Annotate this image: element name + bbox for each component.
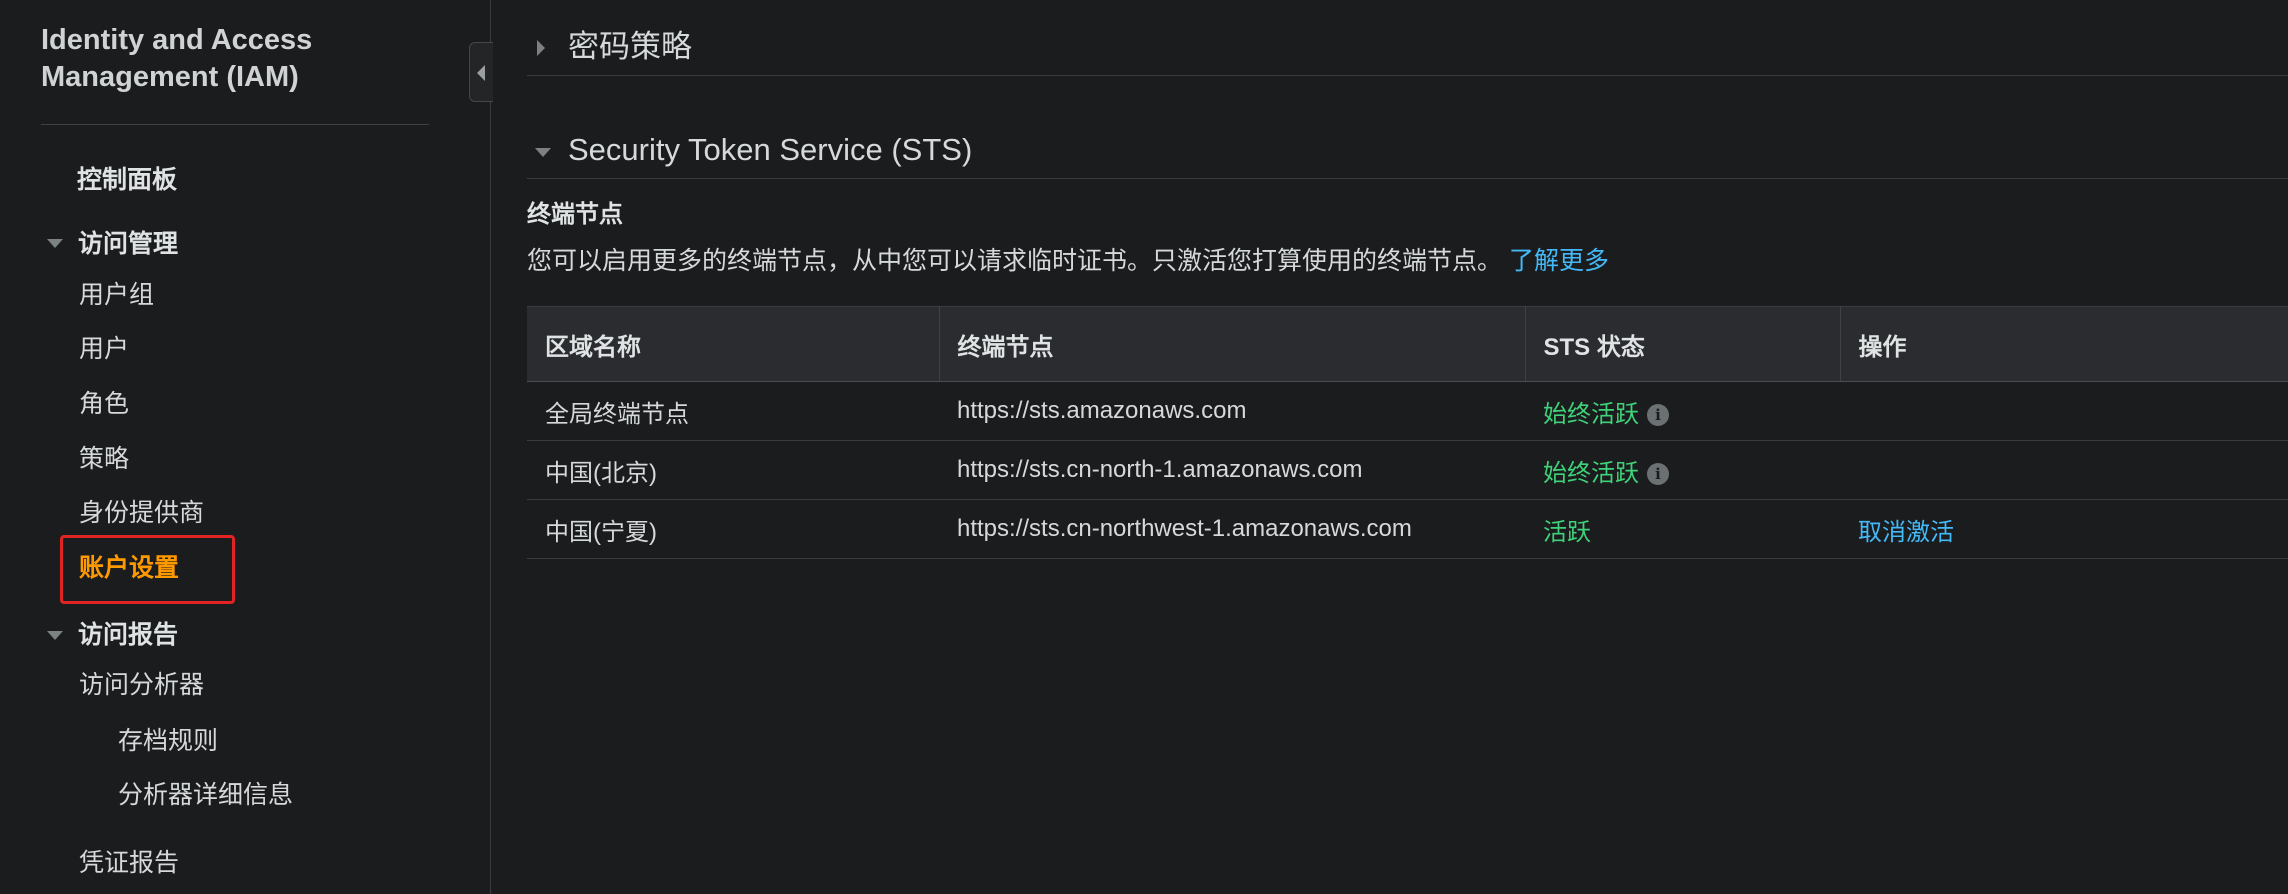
action-cell <box>1840 440 2288 500</box>
chevron-right-icon[interactable] <box>537 40 545 56</box>
divider <box>527 75 2288 76</box>
table-row: 中国(北京) https://sts.cn-north-1.amazonaws.… <box>527 440 2288 500</box>
sidebar: Identity and Access Management (IAM) 控制面… <box>0 0 491 894</box>
status-text: 始终活跃 <box>1543 400 1639 428</box>
sidebar-item-roles[interactable]: 角色 <box>79 387 129 421</box>
sidebar-item-users[interactable]: 用户 <box>79 332 129 366</box>
chevron-down-icon[interactable] <box>47 631 63 640</box>
sidebar-section-access-management[interactable]: 访问管理 <box>78 227 178 261</box>
sidebar-item-dashboard[interactable]: 控制面板 <box>77 163 177 197</box>
table-row: 全局终端节点 https://sts.amazonaws.com 始终活跃 i <box>527 381 2288 441</box>
table-row: 中国(宁夏) https://sts.cn-northwest-1.amazon… <box>527 499 2288 559</box>
sidebar-item-archive-rules[interactable]: 存档规则 <box>118 724 218 758</box>
collapse-arrow-icon <box>477 65 485 81</box>
sidebar-collapse-button[interactable] <box>469 42 493 102</box>
region-cell: 中国(宁夏) <box>527 499 939 559</box>
chevron-down-icon[interactable] <box>47 239 63 248</box>
info-icon[interactable]: i <box>1647 404 1669 427</box>
endpoints-heading: 终端节点 <box>527 201 623 228</box>
sidebar-item-user-groups[interactable]: 用户组 <box>79 278 154 312</box>
info-icon[interactable]: i <box>1647 463 1669 486</box>
column-header-actions: 操作 <box>1840 306 2288 382</box>
sidebar-item-policies[interactable]: 策略 <box>79 442 129 476</box>
column-header-status: STS 状态 <box>1525 306 1841 382</box>
description-text: 您可以启用更多的终端节点，从中您可以请求临时证书。只激活您打算使用的终端节点。 <box>527 247 1503 275</box>
status-text: 始终活跃 <box>1543 459 1639 487</box>
endpoint-cell: https://sts.cn-north-1.amazonaws.com <box>939 440 1525 500</box>
chevron-down-icon[interactable] <box>535 148 551 157</box>
endpoints-description: 您可以启用更多的终端节点，从中您可以请求临时证书。只激活您打算使用的终端节点。 … <box>527 244 1609 278</box>
main-content: 密码策略 Security Token Service (STS) 终端节点 您… <box>527 0 2288 894</box>
action-cell <box>1840 381 2288 441</box>
sidebar-item-account-settings[interactable]: 账户设置 <box>79 551 179 585</box>
column-header-region: 区域名称 <box>527 306 940 382</box>
status-cell: 始终活跃 i <box>1525 381 1840 441</box>
password-policy-header[interactable]: 密码策略 <box>568 27 692 67</box>
column-header-endpoint: 终端节点 <box>939 306 1526 382</box>
sidebar-item-access-analyzer[interactable]: 访问分析器 <box>79 668 204 702</box>
sts-panel-header[interactable]: Security Token Service (STS) <box>568 130 972 170</box>
region-cell: 全局终端节点 <box>527 381 939 441</box>
table-header-row: 区域名称 终端节点 STS 状态 操作 <box>527 306 2288 382</box>
region-cell: 中国(北京) <box>527 440 939 500</box>
sidebar-item-credential-report[interactable]: 凭证报告 <box>79 846 179 880</box>
sidebar-divider <box>41 124 429 125</box>
action-cell: 取消激活 <box>1840 499 2288 559</box>
status-cell: 活跃 <box>1525 499 1840 559</box>
sts-endpoints-table: 区域名称 终端节点 STS 状态 操作 全局终端节点 https://sts.a… <box>527 306 2288 559</box>
status-text: 活跃 <box>1543 518 1591 546</box>
sidebar-item-analyzer-details[interactable]: 分析器详细信息 <box>118 778 293 812</box>
sidebar-item-identity-providers[interactable]: 身份提供商 <box>79 496 204 530</box>
endpoint-cell: https://sts.cn-northwest-1.amazonaws.com <box>939 499 1525 559</box>
endpoint-cell: https://sts.amazonaws.com <box>939 381 1525 441</box>
status-cell: 始终活跃 i <box>1525 440 1840 500</box>
deactivate-link[interactable]: 取消激活 <box>1858 519 1954 546</box>
sidebar-title: Identity and Access Management (IAM) <box>41 24 313 93</box>
learn-more-link[interactable]: 了解更多 <box>1509 247 1609 275</box>
divider <box>527 178 2288 179</box>
sidebar-section-access-reports[interactable]: 访问报告 <box>78 618 178 652</box>
